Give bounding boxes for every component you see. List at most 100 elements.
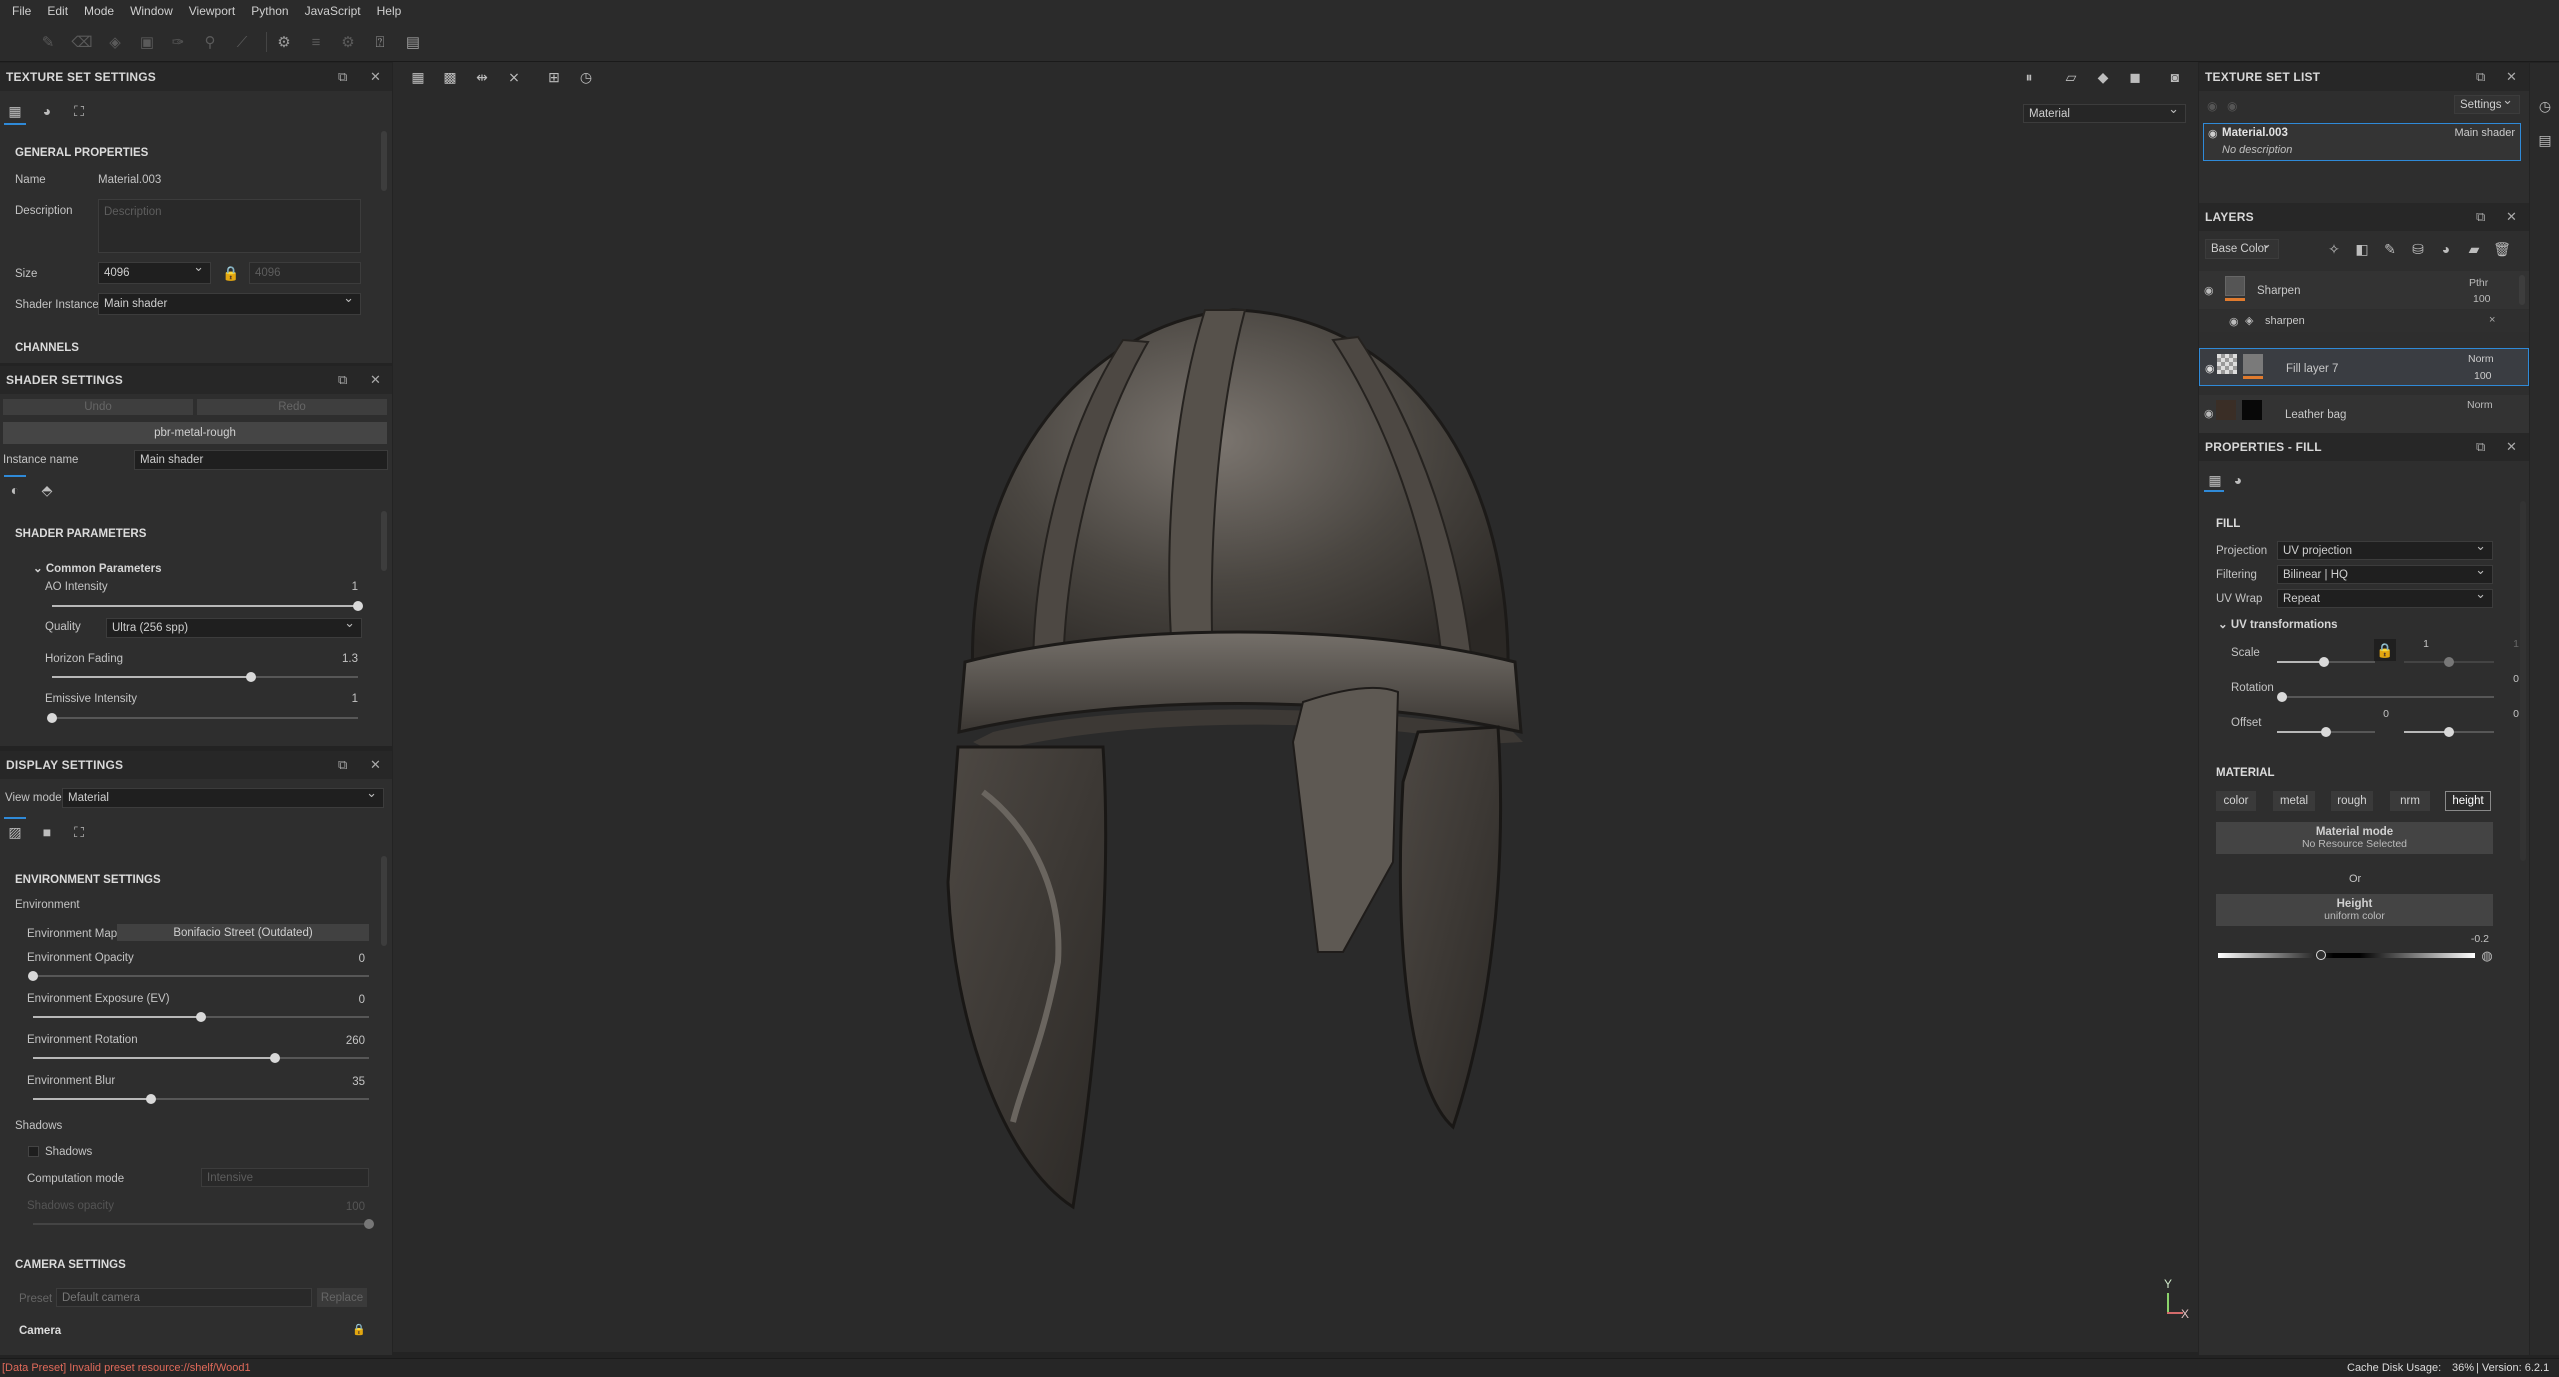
menu-mode[interactable]: Mode (76, 0, 122, 22)
slider-handle[interactable] (2444, 727, 2454, 737)
frame-icon[interactable]: ⊞ (543, 66, 565, 88)
scrollbar[interactable] (2520, 501, 2526, 861)
environment-tab-icon[interactable]: ▨ (4, 821, 26, 843)
menu-python[interactable]: Python (243, 0, 296, 22)
screenshot-icon[interactable]: ◙ (2164, 66, 2186, 88)
menu-javascript[interactable]: JavaScript (297, 0, 369, 22)
common-parameters-heading[interactable]: ⌄ Common Parameters (33, 561, 162, 575)
scrollbar[interactable] (381, 131, 387, 191)
fill-properties-tab-icon[interactable]: ▦ (2204, 469, 2226, 491)
projection-dropdown[interactable]: UV projection (2277, 538, 2493, 560)
undock-icon[interactable]: ⧉ (2476, 69, 2485, 85)
env-exposure-slider[interactable] (33, 1012, 369, 1022)
add-smart-material-icon[interactable]: ◕ (2435, 238, 2457, 260)
redo-button[interactable]: Redo (197, 399, 387, 415)
close-icon[interactable]: ✕ (2506, 439, 2517, 455)
channel-rough-toggle[interactable]: rough (2331, 791, 2373, 811)
close-icon[interactable]: ✕ (370, 69, 381, 85)
slider-handle[interactable] (269, 1053, 280, 1063)
slider-handle[interactable] (145, 1094, 156, 1104)
layer-row-selected[interactable]: ◉ Fill layer 7 Norm 100 (2199, 348, 2529, 386)
grid-view-icon[interactable]: ▦ (407, 66, 429, 88)
add-fill-layer-icon[interactable]: ⛁ (2407, 238, 2429, 260)
log-icon[interactable]: ▤ (2534, 129, 2556, 151)
remove-effect-icon[interactable]: × (2489, 314, 2495, 326)
visibility-eye-icon[interactable]: ◉ (2205, 362, 2215, 375)
undo-button[interactable]: Undo (3, 399, 193, 415)
channel-height-toggle[interactable]: height (2445, 791, 2491, 811)
slider-handle[interactable] (2315, 950, 2326, 960)
offset-slider[interactable] (2277, 727, 2375, 737)
material-tab-icon[interactable]: ◕ (2227, 469, 2249, 491)
opacity-value[interactable]: 100 (2474, 370, 2492, 382)
material-tab-icon[interactable]: ◕ (36, 100, 58, 122)
horizon-fading-slider[interactable] (52, 672, 358, 682)
3d-viewport[interactable]: ▦ ▩ ⇹ ⨯ ⊞ ◷ ⏸ ▱ ◆ ◼ ◙ Material ⌄ Y X (393, 62, 2198, 1352)
add-paint-layer-icon[interactable]: ✎ (2379, 238, 2401, 260)
blend-mode-dropdown[interactable]: Norm (2468, 353, 2494, 365)
channel-metal-toggle[interactable]: metal (2273, 791, 2315, 811)
slider-handle[interactable] (2321, 727, 2331, 737)
texture-set-item[interactable]: ◉ Material.003 Main shader No descriptio… (2203, 123, 2521, 161)
projection-icon[interactable]: ◈ (103, 30, 127, 54)
menu-viewport[interactable]: Viewport (181, 0, 243, 22)
name-value[interactable]: Material.003 (98, 174, 161, 186)
menu-window[interactable]: Window (122, 0, 181, 22)
settings-dropdown[interactable]: Settings (2454, 92, 2520, 114)
filtering-dropdown[interactable]: Bilinear | HQ (2277, 562, 2493, 584)
view-mode-dropdown[interactable]: Material (62, 785, 384, 808)
slider-handle[interactable] (353, 601, 363, 611)
undock-icon[interactable]: ⧉ (338, 372, 347, 388)
camera-tab-icon[interactable]: ■ (36, 821, 58, 843)
close-icon[interactable]: ✕ (2506, 209, 2517, 225)
menu-help[interactable]: Help (369, 0, 410, 22)
height-resource-button[interactable]: Height uniform color (2216, 894, 2493, 926)
scrollbar[interactable] (2519, 275, 2525, 305)
lock-icon[interactable]: 🔒 (220, 262, 242, 284)
channel-color-toggle[interactable]: color (2216, 791, 2256, 811)
visibility-eye-icon[interactable]: ◉ (2208, 127, 2218, 140)
offset-slider-2[interactable] (2404, 727, 2494, 737)
environment-map-button[interactable]: Bonifacio Street (Outdated) (117, 924, 369, 941)
color-picker-icon[interactable]: ◍ (2476, 945, 2498, 967)
symmetry-icon[interactable]: ⇹ (471, 66, 493, 88)
env-blur-slider[interactable] (33, 1094, 369, 1104)
add-folder-icon[interactable]: ▰ (2463, 238, 2485, 260)
material-mode-button[interactable]: Material mode No Resource Selected (2216, 822, 2493, 854)
close-icon[interactable]: ✕ (370, 757, 381, 773)
blend-mode-dropdown[interactable]: Pthr (2469, 277, 2488, 289)
settings-gear-icon[interactable]: ⚙ (272, 30, 296, 54)
layer-row[interactable]: ◉ Sharpen Pthr 100 (2199, 271, 2529, 309)
shader-params-tab-icon[interactable]: ◐ (4, 479, 26, 501)
mirror-icon[interactable]: ⨯ (503, 66, 525, 88)
history-icon[interactable]: ◷ (2534, 95, 2556, 117)
uv-transformations-heading[interactable]: ⌄ UV transformations (2218, 617, 2338, 631)
instance-name-field[interactable]: Main shader (134, 450, 388, 470)
opacity-value[interactable]: 100 (2473, 293, 2491, 305)
emissive-intensity-slider[interactable] (47, 713, 358, 723)
shader-instance-dropdown[interactable]: Main shader (98, 290, 361, 315)
ao-intensity-slider[interactable] (52, 601, 363, 611)
lock-icon[interactable]: 🔒 (352, 1323, 366, 1336)
layer-row-effect[interactable]: ◉ ◈ sharpen × (2199, 310, 2529, 332)
slider-handle[interactable] (196, 1012, 206, 1022)
slider-handle[interactable] (28, 971, 38, 981)
rotation-slider[interactable] (2277, 692, 2494, 702)
add-mask-icon[interactable]: ◧ (2351, 238, 2373, 260)
visibility-eye-icon[interactable]: ◉ (2204, 407, 2214, 420)
height-gradient-slider[interactable] (2218, 950, 2475, 960)
slider-handle[interactable] (47, 713, 57, 723)
camera-icon[interactable]: ◼ (2124, 66, 2146, 88)
bake-icon[interactable]: ⚙ (336, 30, 360, 54)
channel-dropdown[interactable]: Base Color (2205, 236, 2279, 259)
layer-row[interactable]: ◉ Leather bag Norm (2199, 395, 2529, 433)
blend-mode-dropdown[interactable]: Norm (2467, 399, 2493, 411)
slider-handle[interactable] (2319, 657, 2330, 667)
delete-layer-icon[interactable]: 🗑 (2491, 238, 2513, 260)
align-icon[interactable]: ≡ (304, 30, 328, 54)
menu-edit[interactable]: Edit (39, 0, 76, 22)
eraser-icon[interactable]: ⌫ (70, 30, 94, 54)
scale-slider[interactable] (2277, 657, 2375, 667)
scrollbar[interactable] (381, 856, 387, 946)
env-rotation-slider[interactable] (33, 1053, 369, 1063)
